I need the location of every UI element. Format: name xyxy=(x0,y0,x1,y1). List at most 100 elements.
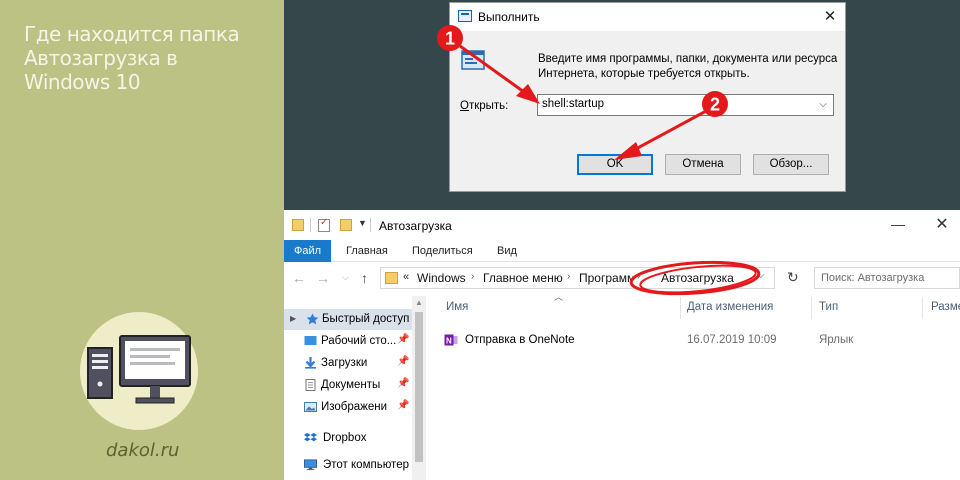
file-type: Ярлык xyxy=(819,334,854,346)
arrow-right-icon[interactable]: → xyxy=(316,270,330,286)
folder-icon[interactable] xyxy=(292,219,304,231)
onenote-icon: N xyxy=(444,334,458,346)
sidebar-item-quick-access[interactable]: ▶ Быстрый доступ xyxy=(284,309,412,330)
sidebar-item-downloads[interactable]: Загрузки 📌 xyxy=(284,353,412,374)
table-row[interactable]: N Отправка в OneNote 16.07.2019 10:09 Яр… xyxy=(438,330,960,352)
computer-icon xyxy=(87,335,191,404)
desktop-icon xyxy=(304,336,317,345)
tab-view[interactable]: Вид xyxy=(497,240,517,262)
ribbon-tabs: Файл Главная Поделиться Вид xyxy=(284,240,960,262)
sidebar-item-this-pc[interactable]: Этот компьютер xyxy=(284,455,412,476)
sort-caret-icon: ︿ xyxy=(554,292,564,302)
breadcrumb-programs[interactable]: Программы xyxy=(579,271,633,285)
browse-button[interactable]: Обзор... xyxy=(753,154,829,175)
file-date: 16.07.2019 10:09 xyxy=(687,334,777,346)
pin-icon[interactable]: 📌 xyxy=(397,400,409,411)
sidebar-item-dropbox[interactable]: Dropbox xyxy=(284,428,412,449)
monitor-icon xyxy=(304,459,317,471)
toolbar-divider xyxy=(310,218,311,232)
file-list: ︿ Имя Дата изменения Тип Разме N Отправк… xyxy=(426,292,960,480)
minimize-icon[interactable]: — xyxy=(888,216,908,232)
address-row: ← → ⌵ ↑ « Windows › Главное меню › Прогр… xyxy=(284,263,960,293)
breadcrumb-separator[interactable]: › xyxy=(637,271,640,282)
article-title: Где находится папка Автозагрузка в Windo… xyxy=(24,22,264,94)
explorer-titlebar: ▼ Автозагрузка — ✕ xyxy=(284,210,960,240)
column-header-size[interactable]: Разме xyxy=(931,301,960,313)
cancel-button[interactable]: Отмена xyxy=(665,154,741,175)
tab-file[interactable]: Файл xyxy=(284,240,331,262)
column-header-date[interactable]: Дата изменения xyxy=(687,301,773,313)
sidebar-item-label: Загрузки xyxy=(321,357,368,369)
article-panel: Где находится папка Автозагрузка в Windo… xyxy=(0,0,284,480)
sidebar-item-label: Документы xyxy=(321,379,381,391)
pin-icon[interactable]: 📌 xyxy=(397,356,409,367)
star-icon xyxy=(306,313,319,325)
download-icon xyxy=(305,357,316,369)
scrollbar[interactable]: ▲ xyxy=(412,296,426,480)
sidebar-item-label: Рабочий сто... xyxy=(321,335,397,347)
article-title-line-2: Автозагрузка в xyxy=(24,46,178,70)
column-divider[interactable] xyxy=(680,297,681,319)
site-name: dakol.ru xyxy=(106,440,180,461)
sidebar-item-label: Этот компьютер xyxy=(323,459,409,471)
article-title-line-3: Windows 10 xyxy=(24,70,141,94)
address-bar[interactable]: « Windows › Главное меню › Программы › А… xyxy=(380,267,775,289)
article-title-line-1: Где находится папка xyxy=(24,22,240,46)
folder-icon xyxy=(385,272,398,284)
document-icon xyxy=(305,379,316,391)
run-command-input[interactable]: shell:startup ⌵ xyxy=(537,94,834,116)
open-label: Открыть: xyxy=(460,100,508,112)
tab-share[interactable]: Поделиться xyxy=(412,240,473,262)
column-header-type[interactable]: Тип xyxy=(819,301,838,313)
arrow-up-icon[interactable]: ↑ xyxy=(361,270,368,286)
run-dialog-icon xyxy=(458,10,472,22)
run-command-value: shell:startup xyxy=(542,98,605,110)
dropbox-icon xyxy=(304,432,317,442)
svg-text:N: N xyxy=(446,337,452,346)
breadcrumb-windows[interactable]: Windows xyxy=(417,271,466,285)
sidebar-item-label: Быстрый доступ xyxy=(322,313,410,325)
pin-icon[interactable]: 📌 xyxy=(397,378,409,389)
arrow-left-icon[interactable]: ← xyxy=(292,270,306,286)
image-icon xyxy=(304,402,317,412)
run-dialog-title: Выполнить xyxy=(478,10,540,24)
chevron-down-icon[interactable]: ▶ xyxy=(290,314,296,323)
refresh-icon[interactable]: ↻ xyxy=(787,269,799,286)
toolbar-divider xyxy=(370,218,371,232)
close-icon[interactable]: ✕ xyxy=(932,214,952,234)
navigation-pane: ▶ Быстрый доступ Рабочий сто... 📌 Загруз… xyxy=(284,296,426,480)
sidebar-item-desktop[interactable]: Рабочий сто... 📌 xyxy=(284,331,412,352)
chevron-down-icon[interactable]: ⌵ xyxy=(757,270,765,281)
run-dialog: Выполнить ✕ Введите имя программы, папки… xyxy=(449,2,846,192)
tab-home[interactable]: Главная xyxy=(346,240,388,262)
pin-icon[interactable]: 📌 xyxy=(397,334,409,345)
explorer-window: ▼ Автозагрузка — ✕ Файл Главная Поделить… xyxy=(284,210,960,480)
sidebar-item-pictures[interactable]: Изображени 📌 xyxy=(284,397,412,418)
column-divider[interactable] xyxy=(811,297,812,319)
close-icon[interactable]: ✕ xyxy=(815,3,845,31)
breadcrumb-start-menu[interactable]: Главное меню xyxy=(483,271,563,285)
search-input[interactable]: Поиск: Автозагрузка xyxy=(814,267,960,289)
chevron-down-icon[interactable]: ⌵ xyxy=(816,97,830,113)
run-dialog-description: Введите имя программы, папки, документа … xyxy=(538,53,838,80)
scrollbar-thumb[interactable] xyxy=(415,312,423,462)
chevron-down-icon[interactable]: ▼ xyxy=(358,218,367,228)
sidebar-item-documents[interactable]: Документы 📌 xyxy=(284,375,412,396)
chevron-down-icon[interactable]: ⌵ xyxy=(342,272,349,283)
run-program-icon xyxy=(461,50,485,70)
run-dialog-titlebar: Выполнить ✕ xyxy=(450,3,845,31)
breadcrumb-startup[interactable]: Автозагрузка xyxy=(661,271,734,285)
breadcrumb-separator[interactable]: › xyxy=(567,271,570,282)
search-placeholder: Поиск: Автозагрузка xyxy=(821,272,925,284)
ok-button[interactable]: OK xyxy=(577,154,653,175)
column-divider[interactable] xyxy=(922,297,923,319)
properties-icon[interactable] xyxy=(318,217,330,232)
explorer-title: Автозагрузка xyxy=(379,219,452,233)
column-header-name[interactable]: Имя xyxy=(446,301,468,313)
file-name: Отправка в OneNote xyxy=(465,334,575,346)
new-folder-icon[interactable] xyxy=(340,219,352,231)
breadcrumb-separator[interactable]: › xyxy=(471,271,474,282)
chevron-up-icon[interactable]: ▲ xyxy=(415,298,423,307)
address-overflow[interactable]: « xyxy=(403,271,409,283)
open-label-hotkey: О xyxy=(460,100,469,112)
